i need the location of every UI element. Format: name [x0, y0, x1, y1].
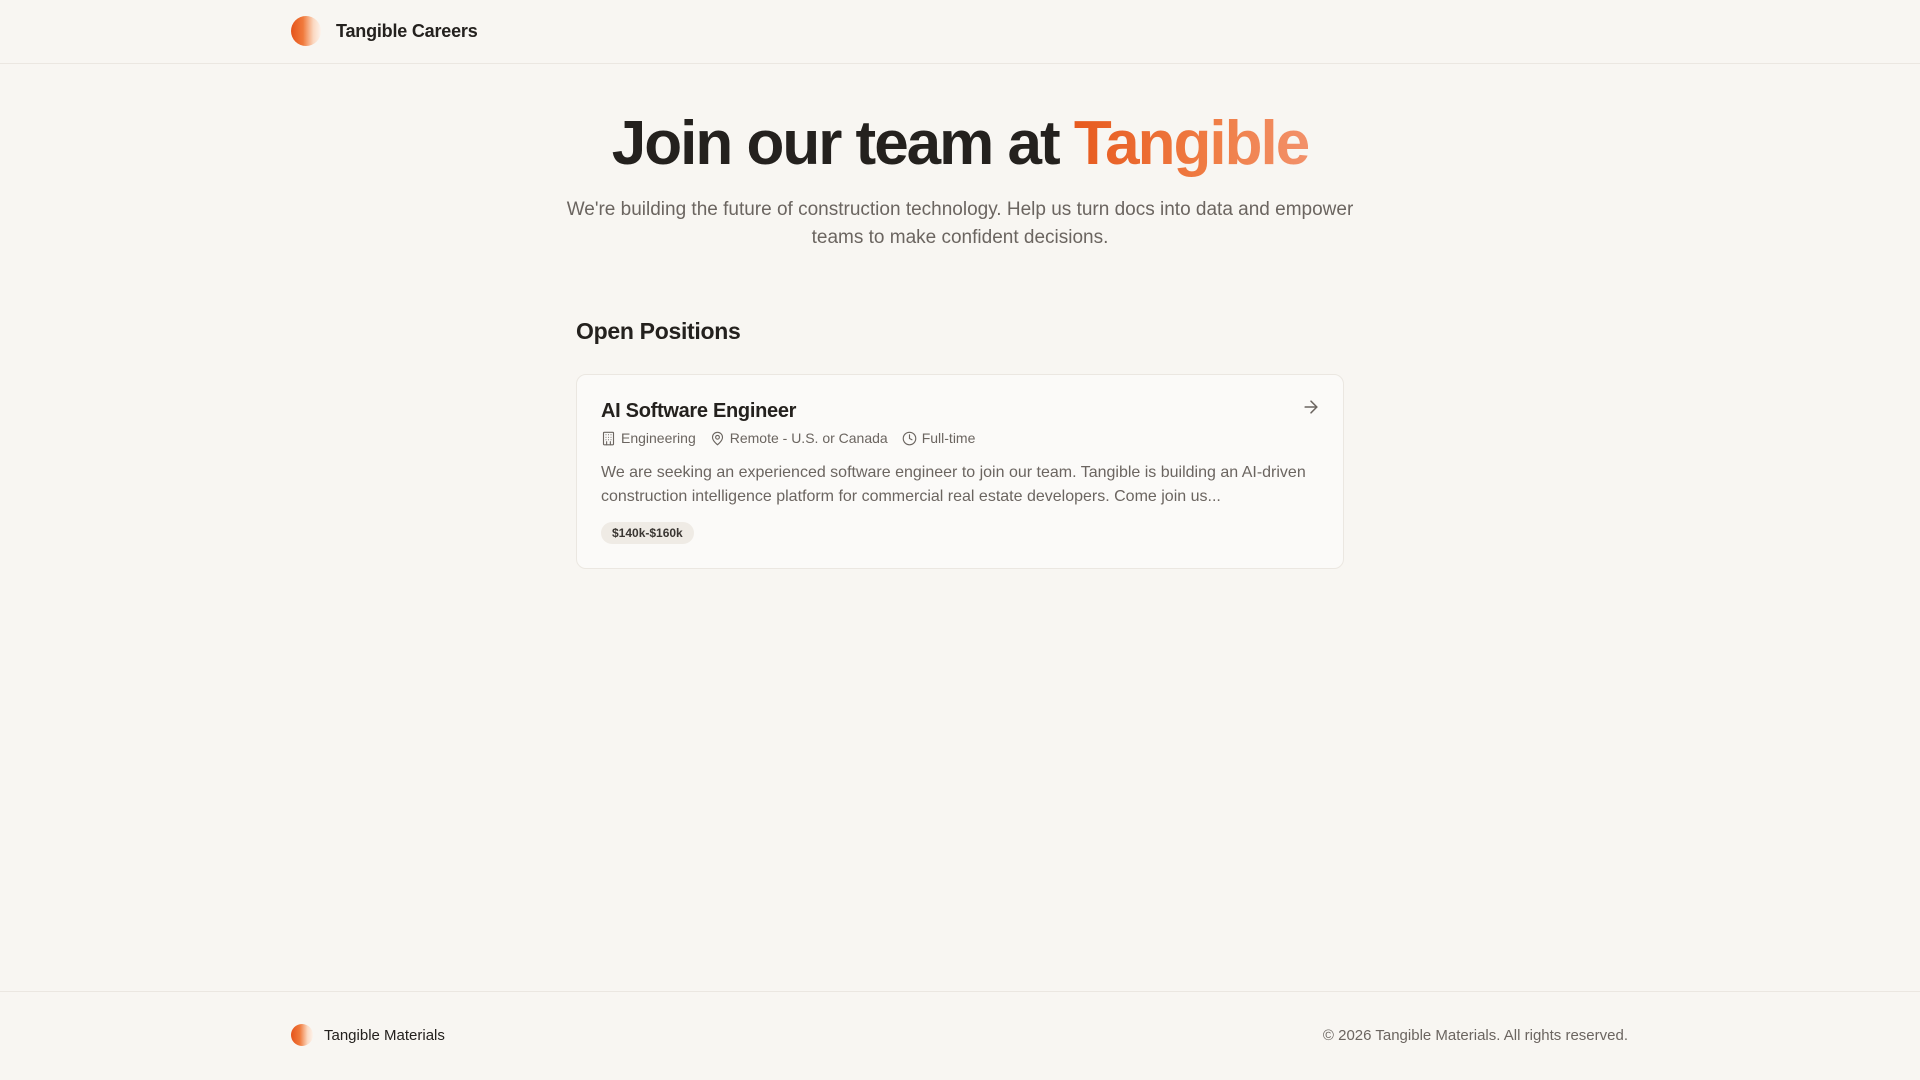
copyright-text: © 2026 Tangible Materials. All rights re…	[1322, 1027, 1628, 1044]
building-icon	[602, 431, 615, 445]
job-type-label: Full-time	[921, 430, 976, 446]
job-department-label: Engineering	[621, 430, 696, 446]
tangible-logo-icon	[291, 1024, 313, 1046]
job-meta: Engineering Remote - U.S. or Canada Full…	[601, 430, 989, 446]
job-location: Remote - U.S. or Canada	[710, 430, 888, 446]
job-type: Full-time	[902, 430, 976, 446]
job-department: Engineering	[601, 430, 696, 446]
salary-badge: $140k-$160k	[601, 522, 694, 544]
hero-title-prefix: Join our team at	[611, 109, 1061, 178]
tangible-logo-icon	[291, 16, 321, 46]
footer-brand-name: Tangible Materials	[324, 1026, 445, 1044]
careers-page: Tangible Careers Join our team at Tangib…	[0, 0, 1920, 1080]
brand-name: Tangible Careers	[336, 20, 478, 41]
map-pin-icon	[711, 431, 723, 445]
arrow-right-icon[interactable]	[1301, 397, 1321, 417]
brand-home-link[interactable]: Tangible Careers	[291, 16, 478, 46]
hero-subtitle: We're building the future of constructio…	[566, 199, 1354, 248]
open-positions-heading: Open Positions	[576, 318, 741, 344]
footer: Tangible Materials © 2026 Tangible Mater…	[0, 991, 1920, 1080]
job-description: We are seeking an experienced software e…	[601, 464, 1306, 505]
footer-brand: Tangible Materials	[291, 1024, 445, 1046]
hero-title: Join our team at Tangible	[0, 106, 1920, 182]
top-header: Tangible Careers	[0, 0, 1920, 64]
clock-icon	[902, 431, 917, 445]
job-location-label: Remote - U.S. or Canada	[729, 430, 888, 446]
job-title: AI Software Engineer	[601, 400, 797, 422]
job-card[interactable]: AI Software Engineer Engineering Remote …	[576, 374, 1344, 569]
hero-title-accent: Tangible	[1073, 109, 1310, 178]
